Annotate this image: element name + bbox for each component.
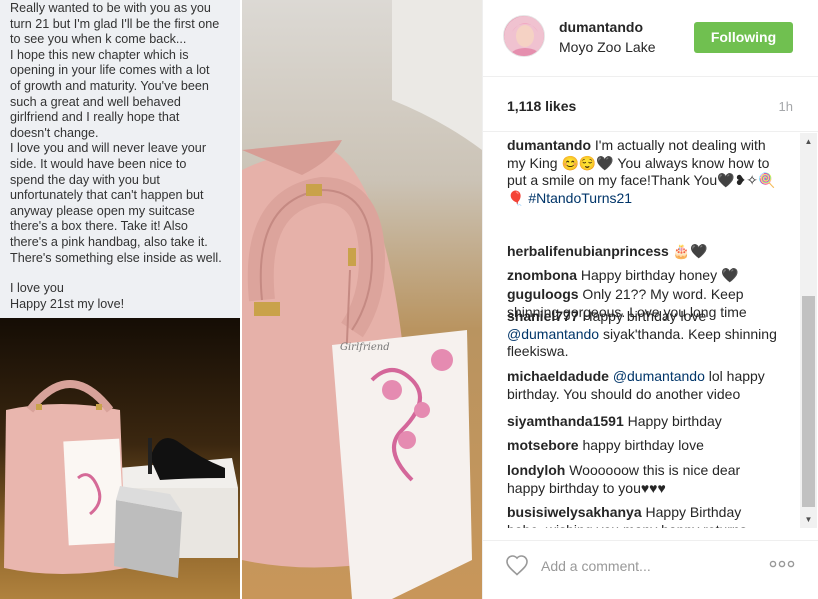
message-line: spend the day with you but: [10, 172, 160, 187]
message-line: of growth and maturity. You've been: [10, 78, 209, 93]
comments-list: dumantando I'm actually not dealing with…: [483, 133, 799, 528]
more-options-icon[interactable]: [769, 557, 795, 571]
scroll-down-arrow-icon[interactable]: ▼: [800, 511, 817, 528]
message-screenshot: Really wanted to be with you as you turn …: [0, 0, 240, 318]
message-line: such a great and well behaved: [10, 94, 181, 109]
comment-username[interactable]: shaniel777: [507, 308, 579, 324]
post-sidebar: dumantando Moyo Zoo Lake Following 1,118…: [482, 0, 818, 599]
handbag-photo: Girlfriend: [242, 0, 482, 599]
comment-username[interactable]: dumantando: [507, 137, 591, 153]
message-text: Really wanted to be with you as you turn …: [10, 0, 240, 266]
message-line: turn 21 but I'm glad I'll be the first o…: [10, 16, 220, 31]
comment-item: dumantando I'm actually not dealing with…: [507, 137, 779, 207]
post-footer: [483, 540, 818, 599]
message-signoff: I love you Happy 21st my love!: [10, 281, 240, 312]
scrollbar-thumb[interactable]: [802, 296, 815, 507]
comment-item: siyamthanda1591 Happy birthday: [507, 413, 779, 431]
message-line: I hope this new chapter which is: [10, 47, 189, 62]
comment-text: 🎂🖤: [668, 243, 708, 259]
comment-username[interactable]: guguloogs: [507, 286, 579, 302]
comment-hashtag-link[interactable]: #NtandoTurns21: [528, 190, 632, 206]
message-line: there's a box there. Take it! Also: [10, 219, 188, 234]
message-signoff-line: I love you: [10, 281, 64, 296]
comment-text: Happy birthday love: [578, 308, 707, 324]
comment-username[interactable]: siyamthanda1591: [507, 413, 624, 429]
message-line: I love you and will never leave your: [10, 141, 207, 156]
comment-username[interactable]: motsebore: [507, 437, 579, 453]
comment-item: londyloh Woooooow this is nice dear happ…: [507, 462, 779, 497]
comment-text: Happy birthday honey 🖤: [577, 267, 739, 283]
comment-username[interactable]: londyloh: [507, 462, 565, 478]
comments-scrollbar[interactable]: ▲ ▼: [800, 133, 817, 528]
gifts-photo: [0, 318, 240, 599]
message-signoff-line: Happy 21st my love!: [10, 296, 125, 311]
post-location[interactable]: Moyo Zoo Lake: [559, 39, 656, 55]
comment-text: Happy birthday: [623, 413, 722, 429]
comment-item: shaniel777 Happy birthday love @dumantan…: [507, 308, 779, 361]
message-line: there's a pink handbag, also take it.: [10, 234, 208, 249]
message-line: opening in your life comes with a lot: [10, 63, 210, 78]
message-line: Really wanted to be with you as you: [10, 1, 211, 15]
card-script-text: Girlfriend: [340, 342, 390, 353]
comment-text: happy birthday love: [578, 437, 704, 453]
comment-item: motsebore happy birthday love: [507, 437, 779, 455]
comment-item: busisiwelysakhanya Happy Birthday babe, …: [507, 504, 779, 528]
message-line: doesn't change.: [10, 125, 99, 140]
message-line: anyway please open my suitcase: [10, 203, 195, 218]
scroll-up-arrow-icon[interactable]: ▲: [800, 133, 817, 150]
message-line: girlfriend and I really hope that: [10, 110, 180, 125]
post-header: dumantando Moyo Zoo Lake Following: [483, 0, 818, 77]
handbag-photo-illustration: Girlfriend: [242, 0, 482, 599]
avatar[interactable]: [503, 15, 545, 57]
comment-item: michaeldadude @dumantando lol happy birt…: [507, 368, 779, 403]
message-line: to see you when k come back...: [10, 32, 187, 47]
comment-mention-link[interactable]: @dumantando: [613, 368, 705, 384]
post-timestamp[interactable]: 1h: [779, 99, 793, 114]
message-line: unfortunately that can't happen but: [10, 188, 204, 203]
comment-username[interactable]: znombona: [507, 267, 577, 283]
following-button[interactable]: Following: [694, 22, 793, 53]
comment-mention-link[interactable]: @dumantando: [507, 326, 599, 342]
avatar-image: [504, 16, 544, 56]
gifts-photo-illustration: [0, 318, 240, 599]
add-comment-input[interactable]: [541, 555, 741, 577]
heart-icon[interactable]: [505, 554, 529, 576]
comment-item: znombona Happy birthday honey 🖤: [507, 267, 779, 285]
post-image-collage[interactable]: Really wanted to be with you as you turn …: [0, 0, 482, 599]
comment-username[interactable]: herbalifenubianprincess: [507, 243, 669, 259]
likes-count[interactable]: 1,118 likes: [507, 98, 576, 114]
post-username[interactable]: dumantando: [559, 19, 643, 35]
message-line: side. It would have been nice to: [10, 156, 187, 171]
comment-item: herbalifenubianprincess 🎂🖤: [507, 243, 779, 261]
comment-username[interactable]: busisiwelysakhanya: [507, 504, 642, 520]
message-line: There's something else inside as well.: [10, 250, 222, 265]
likes-row: 1,118 likes 1h: [483, 77, 818, 132]
comment-username[interactable]: michaeldadude: [507, 368, 609, 384]
